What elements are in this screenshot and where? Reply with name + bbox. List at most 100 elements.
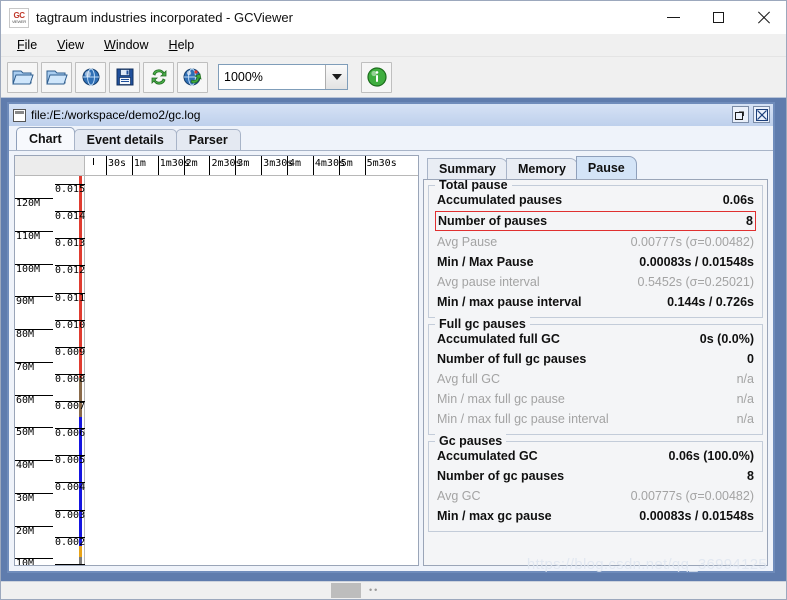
chart-left-axes: 120M 110M 100M 90M 80M 70M 60M 50M 40M 30M 20M 10M 0…	[15, 176, 91, 565]
ruler-label: 4m	[289, 158, 302, 169]
stats-row: Min / max gc pause 0.00083s / 0.01548s	[436, 506, 755, 526]
scrollbar-thumb[interactable]	[331, 583, 361, 598]
ruler-tick	[131, 156, 133, 175]
internal-frame-title-bar[interactable]: file:/E:/workspace/demo2/gc.log	[9, 104, 773, 126]
stats-row: Accumulated pauses 0.06s	[436, 190, 755, 210]
stats-row: Avg GC 0.00777s (σ=0.00482)	[436, 486, 755, 506]
statistics-body: Total pause Accumulated pauses 0.06s Number…	[423, 179, 768, 566]
open-folder-icon	[11, 70, 34, 85]
open-file-button[interactable]	[7, 61, 38, 93]
menu-window-mnemonic: W	[104, 38, 116, 52]
menu-view-rest: iew	[65, 38, 85, 52]
ruler-tick	[106, 156, 107, 175]
stats-row-value: 0s (0.0%)	[699, 332, 754, 346]
restore-button[interactable]	[732, 106, 749, 123]
chart-main: 120M 110M 100M 90M 80M 70M 60M 50M 40M 30M 20M 10M 0…	[15, 176, 418, 565]
stats-row: Accumulated GC 0.06s (100.0%)	[436, 446, 755, 466]
stats-row-value: 0	[747, 352, 754, 366]
stats-row-label: Min / max pause interval	[437, 295, 582, 309]
tab-pause[interactable]: Pause	[575, 156, 637, 179]
menu-view[interactable]: View	[47, 36, 94, 54]
document-body: 30s 1m 1m30s 2m 2m30s 3m 3m30s 4m 4m30s 5m 5m30s 1…	[9, 151, 773, 573]
document-tabs: Chart Event details Parser	[9, 126, 773, 151]
desktop-pane: file:/E:/workspace/demo2/gc.log Chart Ev…	[1, 98, 786, 599]
stats-row-value: 0.5452s (σ=0.25021)	[637, 275, 754, 289]
internal-close-button[interactable]	[753, 106, 770, 123]
desktop-horizontal-scrollbar[interactable]: ••	[1, 581, 786, 599]
export-button[interactable]	[109, 61, 140, 93]
memory-axis-label: 80M	[16, 329, 35, 340]
chart-time-ruler: 30s 1m 1m30s 2m 2m30s 3m 3m30s 4m 4m30s 5m 5m30s	[15, 156, 418, 176]
open-url-button[interactable]	[75, 61, 106, 93]
application-window: GC VIEWER tagtraum industries incorporat…	[0, 0, 787, 600]
app-icon: GC VIEWER	[9, 7, 29, 28]
tab-summary[interactable]: Summary	[427, 158, 508, 179]
ruler-tick	[338, 156, 340, 175]
ruler-corner	[15, 156, 85, 175]
minimize-button[interactable]	[651, 1, 696, 33]
gc-chart[interactable]: 30s 1m 1m30s 2m 2m30s 3m 3m30s 4m 4m30s 5m 5m30s 1…	[14, 155, 419, 566]
stats-row-value: n/a	[736, 372, 754, 386]
tab-memory[interactable]: Memory	[505, 158, 578, 179]
watch-button[interactable]	[177, 61, 208, 93]
ruler-label: 2m	[185, 158, 198, 169]
memory-axis-label: 120M	[16, 198, 41, 209]
maximize-icon	[713, 11, 724, 23]
stats-row: Avg Pause 0.00777s (σ=0.00482)	[436, 232, 755, 252]
stats-row: Min / max pause interval 0.144s / 0.726s	[436, 292, 755, 312]
memory-axis-label: 70M	[16, 361, 35, 373]
menu-window-rest: indow	[115, 38, 149, 52]
menu-file[interactable]: File	[7, 36, 47, 54]
stats-group: Full gc pauses Accumulated full GC 0s (0.0…	[428, 317, 763, 435]
minimize-icon	[667, 16, 680, 18]
memory-axis-label: 110M	[16, 230, 41, 242]
stats-row-value: n/a	[736, 412, 754, 426]
zoom-value[interactable]: 1000%	[219, 70, 325, 84]
chart-plot-area[interactable]	[85, 176, 418, 565]
ruler-label: 5m	[340, 158, 353, 169]
open-recent-button[interactable]	[41, 61, 72, 93]
statistics-panel: Summary Memory Pause Total pause Accumula…	[423, 155, 768, 573]
stats-row-value: n/a	[736, 392, 754, 406]
ruler-tick	[157, 156, 159, 175]
refresh-button[interactable]	[143, 61, 174, 93]
statistics-tabs: Summary Memory Pause	[423, 155, 768, 179]
open-folder-icon	[45, 70, 68, 85]
tab-parser[interactable]: Parser	[175, 129, 241, 150]
about-button[interactable]	[361, 61, 392, 93]
toolbar: 1000%	[1, 57, 786, 98]
stats-row-label: Accumulated GC	[437, 449, 538, 463]
document-internal-frame: file:/E:/workspace/demo2/gc.log Chart Ev…	[7, 102, 775, 573]
ruler-label: 3m	[237, 158, 250, 169]
memory-axis-label: 60M	[16, 394, 35, 406]
menu-help[interactable]: Help	[159, 36, 205, 54]
document-icon	[13, 108, 26, 122]
zoom-combobox[interactable]: 1000%	[218, 64, 348, 90]
maximize-button[interactable]	[696, 1, 741, 33]
memory-axis-label: 30M	[16, 492, 35, 504]
ruler-tick	[364, 156, 366, 175]
close-button[interactable]	[741, 1, 786, 33]
stats-row-label: Accumulated pauses	[437, 193, 563, 207]
stats-row-label: Avg GC	[437, 489, 481, 503]
chart-legend-strip	[78, 176, 84, 565]
ruler-tick	[209, 156, 211, 175]
menu-file-mnemonic: F	[17, 38, 25, 52]
ruler-label: 30s	[108, 158, 127, 169]
ruler-ticks: 30s 1m 1m30s 2m 2m30s 3m 3m30s 4m 4m30s 5m 5m30s	[85, 156, 418, 175]
ruler-tick	[312, 156, 314, 175]
ruler-tick	[287, 156, 289, 175]
memory-axis-label: 50M	[16, 427, 35, 439]
stats-row-label: Avg Pause	[437, 235, 498, 249]
stats-row-label: Number of full gc pauses	[437, 352, 587, 366]
memory-axis-label: 10M	[16, 558, 35, 565]
tab-event-details[interactable]: Event details	[73, 129, 177, 150]
menu-window[interactable]: Window	[94, 36, 158, 54]
stats-row-label: Avg pause interval	[437, 275, 540, 289]
stats-row-label: Number of gc pauses	[437, 469, 565, 483]
stats-row-label: Number of pauses	[438, 214, 548, 228]
stats-group-title: Full gc pauses	[435, 317, 530, 331]
stats-row-value: 0.00777s (σ=0.00482)	[630, 235, 754, 249]
chevron-down-icon[interactable]	[325, 65, 347, 89]
tab-chart[interactable]: Chart	[16, 127, 75, 150]
